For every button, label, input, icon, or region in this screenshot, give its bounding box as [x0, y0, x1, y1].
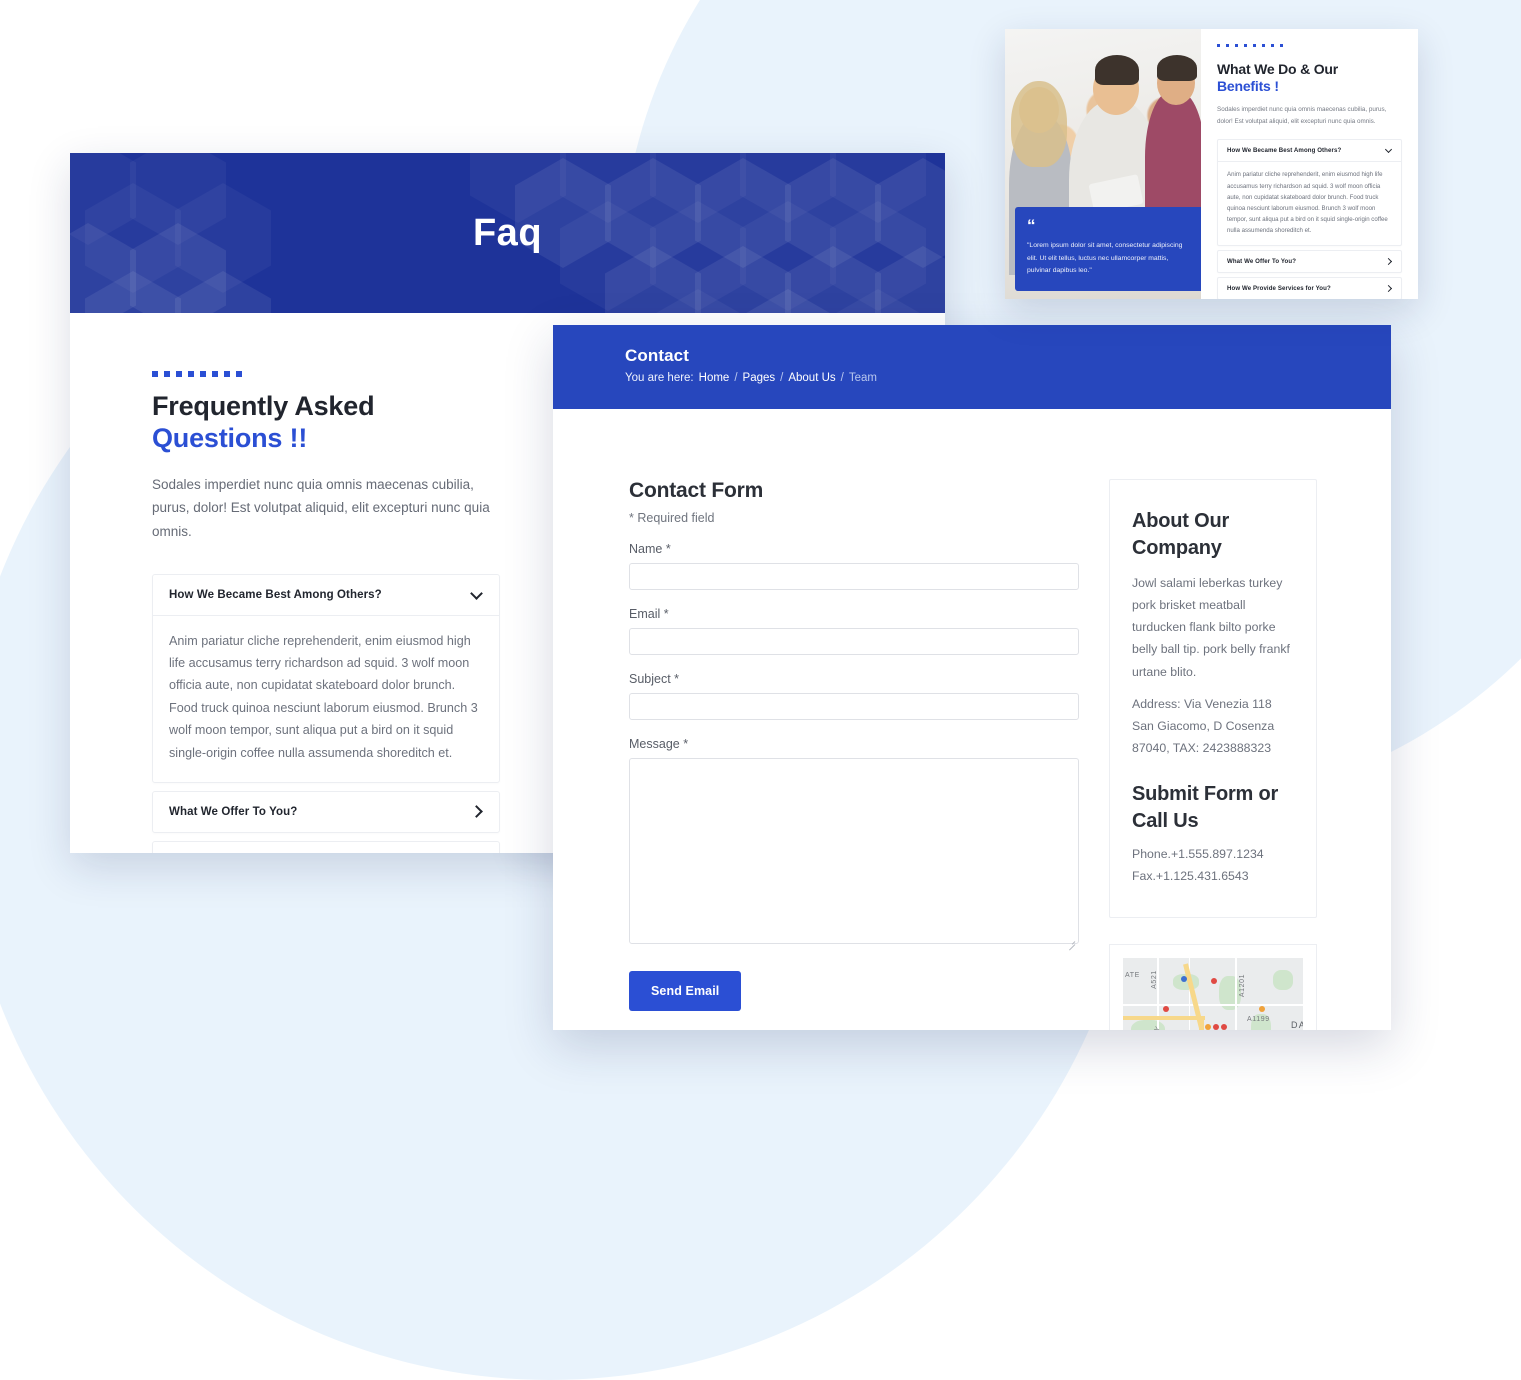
subject-label: Subject *	[629, 672, 680, 686]
map-image[interactable]: ATE A521 A1201 A1199 A1203 A104 YORK WAY…	[1123, 958, 1303, 1030]
map-pin[interactable]	[1163, 1006, 1169, 1013]
breadcrumb: You are here: Home / Pages / About Us / …	[625, 372, 1391, 384]
accordion-item[interactable]: What We Offer To You?	[1217, 249, 1402, 273]
map-pin[interactable]	[1259, 1006, 1265, 1013]
testimonial-quote-box: “ "Lorem ipsum dolor sit amet, consectet…	[1015, 207, 1201, 291]
breadcrumb-separator: /	[840, 372, 844, 384]
accordion-item[interactable]: How We Became Best Among Others? Anim pa…	[1217, 139, 1402, 246]
accordion-item[interactable]: How We Became Best Among Others? Anim pa…	[152, 573, 500, 784]
accordion-title: How We Became Best Among Others?	[169, 588, 382, 601]
benefits-title: What We Do & Our Benefits !	[1217, 61, 1402, 95]
page-title: Contact	[625, 346, 689, 365]
contact-form: Contact Form * Required field Name * Ema…	[629, 479, 1079, 1030]
accordion-header[interactable]: How We Became Best Among Others?	[1218, 140, 1401, 161]
breadcrumb-item-pages[interactable]: Pages	[743, 372, 776, 384]
accordion-header[interactable]: What We Offer To You?	[153, 792, 499, 832]
breadcrumb-separator: /	[734, 372, 738, 384]
about-company-title: About Our Company	[1132, 510, 1230, 559]
chevron-right-icon[interactable]	[471, 806, 483, 818]
accordion-header[interactable]: How We Provide Services for You?	[153, 842, 499, 853]
about-company-text: Jowl salami leberkas turkey pork brisket…	[1132, 576, 1290, 679]
benefits-title-line2: Benefits !	[1217, 78, 1279, 95]
about-company-card: About Our Company Jowl salami leberkas t…	[1109, 479, 1317, 919]
accordion-header[interactable]: What We Offer To You?	[1218, 251, 1401, 272]
message-textarea[interactable]	[629, 758, 1079, 944]
breadcrumb-separator: /	[780, 372, 784, 384]
name-label: Name *	[629, 542, 671, 556]
name-input[interactable]	[629, 563, 1079, 590]
chevron-down-icon[interactable]	[1385, 147, 1392, 154]
breadcrumb-item-about-us[interactable]: About Us	[788, 372, 835, 384]
benefits-accordion: How We Became Best Among Others? Anim pa…	[1217, 139, 1402, 299]
map-label: DAL	[1291, 1020, 1303, 1030]
breadcrumb-lead: You are here:	[625, 372, 694, 384]
contact-form-title: Contact Form	[629, 479, 764, 502]
chevron-right-icon[interactable]	[1385, 285, 1392, 292]
accordion-title: What We Offer To You?	[1227, 257, 1297, 265]
accordion-body: Anim pariatur cliche reprehenderit, enim…	[1218, 161, 1401, 244]
faq-title-line1: Frequently Asked	[152, 391, 375, 421]
faq-description: Sodales imperdiet nunc quia omnis maecen…	[152, 476, 490, 539]
accordion-item[interactable]: How We Provide Services for You?	[1217, 276, 1402, 299]
location-map-card[interactable]: ATE A521 A1201 A1199 A1203 A104 YORK WAY…	[1109, 944, 1317, 1030]
contact-hero-banner: Contact You are here: Home / Pages / Abo…	[553, 325, 1391, 409]
accordion-body: Anim pariatur cliche reprehenderit, enim…	[153, 614, 499, 782]
accordion-item[interactable]: What We Offer To You?	[152, 791, 500, 834]
benefits-photo-column: “ "Lorem ipsum dolor sit amet, consectet…	[1005, 29, 1201, 299]
chevron-down-icon[interactable]	[471, 589, 483, 601]
map-pin[interactable]	[1211, 978, 1217, 985]
benefits-content-column: What We Do & Our Benefits ! Sodales impe…	[1201, 29, 1418, 299]
subject-input[interactable]	[629, 693, 1079, 720]
map-pin[interactable]	[1213, 1024, 1219, 1030]
contact-sidebar: About Our Company Jowl salami leberkas t…	[1109, 479, 1317, 1030]
dot-accent-icon	[1217, 44, 1402, 47]
email-label: Email *	[629, 607, 669, 621]
accordion-title: How We Provide Services for You?	[1227, 284, 1331, 292]
benefits-page-panel: “ "Lorem ipsum dolor sit amet, consectet…	[1005, 29, 1418, 299]
accordion-header[interactable]: How We Provide Services for You?	[1218, 278, 1401, 299]
phone-number: Phone.+1.555.897.1234	[1132, 847, 1264, 861]
map-label: ATE	[1125, 972, 1140, 980]
accordion-header[interactable]: How We Became Best Among Others?	[153, 575, 499, 615]
accordion-item[interactable]: How We Provide Services for You?	[152, 841, 500, 853]
contact-page-panel: Contact You are here: Home / Pages / Abo…	[553, 325, 1391, 1030]
map-label: A521	[1150, 970, 1158, 990]
required-field-note: * Required field	[629, 511, 715, 525]
breadcrumb-item-home[interactable]: Home	[699, 372, 730, 384]
quote-text: "Lorem ipsum dolor sit amet, consectetur…	[1027, 242, 1183, 275]
send-email-button[interactable]: Send Email	[629, 971, 742, 1011]
map-pin[interactable]	[1205, 1024, 1211, 1030]
quote-mark-icon: “	[1027, 216, 1036, 236]
faq-hero-banner: Faq	[70, 153, 945, 313]
email-input[interactable]	[629, 628, 1079, 655]
company-address: Address: Via Venezia 118 San Giacomo, D …	[1132, 696, 1275, 755]
breadcrumb-item-team: Team	[848, 372, 877, 384]
map-label: A1201	[1239, 974, 1247, 998]
faq-hero-title: Faq	[472, 212, 543, 254]
benefits-description: Sodales imperdiet nunc quia omnis maecen…	[1217, 106, 1387, 125]
message-label: Message *	[629, 737, 689, 751]
accordion-title: How We Became Best Among Others?	[1227, 147, 1342, 155]
fax-number: Fax.+1.125.431.6543	[1132, 869, 1249, 884]
map-label: A1199	[1247, 1016, 1270, 1024]
call-us-title: Submit Form or Call Us	[1132, 783, 1279, 832]
faq-accordion: How We Became Best Among Others? Anim pa…	[152, 573, 500, 853]
map-pin[interactable]	[1221, 1024, 1227, 1030]
accordion-title: What We Offer To You?	[169, 806, 298, 819]
benefits-title-line1: What We Do & Our	[1217, 61, 1338, 77]
chevron-right-icon[interactable]	[1385, 258, 1392, 265]
